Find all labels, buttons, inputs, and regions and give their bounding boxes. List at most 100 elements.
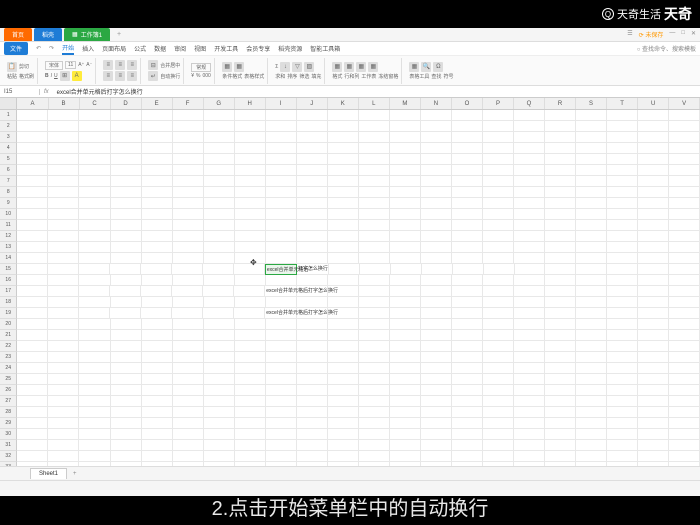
cell[interactable] (669, 121, 700, 132)
cell[interactable] (545, 374, 576, 385)
cell[interactable] (111, 154, 142, 165)
cell[interactable] (328, 143, 359, 154)
cell[interactable] (545, 209, 576, 220)
cell[interactable] (266, 220, 297, 231)
cell[interactable] (390, 110, 421, 121)
cell[interactable] (514, 253, 545, 264)
cell[interactable] (235, 363, 266, 374)
cell[interactable] (48, 275, 79, 286)
cell[interactable] (266, 154, 297, 165)
cell[interactable] (297, 396, 328, 407)
cell[interactable] (297, 121, 328, 132)
cell[interactable] (235, 121, 266, 132)
cell[interactable] (79, 319, 110, 330)
cell[interactable] (421, 352, 452, 363)
cell[interactable] (638, 429, 669, 440)
cell[interactable] (297, 242, 328, 253)
row-header[interactable]: 11 (0, 220, 17, 231)
format-icon[interactable]: ▦ (332, 62, 342, 72)
cell[interactable] (638, 451, 669, 462)
cell[interactable] (48, 297, 79, 308)
cell[interactable] (173, 330, 204, 341)
cell[interactable] (79, 363, 110, 374)
cell[interactable] (110, 308, 141, 319)
cell[interactable] (638, 231, 669, 242)
cell[interactable] (79, 220, 110, 231)
cell[interactable] (483, 385, 514, 396)
cell[interactable] (390, 352, 421, 363)
cell[interactable] (669, 352, 700, 363)
cell[interactable] (638, 341, 669, 352)
cell[interactable] (514, 385, 545, 396)
cell[interactable] (48, 319, 79, 330)
menu-review[interactable]: 审阅 (174, 44, 186, 53)
cell[interactable] (142, 396, 173, 407)
cell[interactable] (235, 143, 266, 154)
cell[interactable] (669, 341, 700, 352)
cell[interactable] (48, 352, 79, 363)
cell[interactable] (390, 209, 421, 220)
cell[interactable] (79, 308, 110, 319)
cell[interactable] (48, 154, 79, 165)
cell[interactable] (173, 385, 204, 396)
cell[interactable] (48, 220, 79, 231)
cell[interactable] (328, 198, 359, 209)
cell[interactable] (48, 121, 79, 132)
cell[interactable] (142, 429, 173, 440)
cell[interactable] (142, 440, 173, 451)
cell[interactable] (638, 165, 669, 176)
cell[interactable] (79, 198, 110, 209)
cell[interactable] (204, 440, 235, 451)
cell[interactable] (669, 264, 700, 275)
cell[interactable] (79, 242, 110, 253)
col-header[interactable]: K (328, 98, 359, 109)
cell[interactable] (514, 352, 545, 363)
paste-icon[interactable]: 📋 (7, 62, 17, 72)
cell[interactable] (545, 253, 576, 264)
cell[interactable] (79, 341, 110, 352)
cell[interactable] (514, 407, 545, 418)
cell[interactable] (638, 319, 669, 330)
cell[interactable]: excel合并单元格后打字怎么换行 (265, 286, 297, 297)
cell[interactable] (359, 363, 390, 374)
cell[interactable] (390, 407, 421, 418)
cell[interactable] (545, 176, 576, 187)
cell[interactable] (235, 352, 266, 363)
cell[interactable] (111, 220, 142, 231)
cell[interactable] (141, 286, 172, 297)
cell[interactable] (607, 308, 638, 319)
cell[interactable] (576, 253, 607, 264)
cell[interactable] (328, 242, 359, 253)
cell[interactable] (266, 363, 297, 374)
cell[interactable] (545, 165, 576, 176)
cell[interactable] (173, 154, 204, 165)
cell[interactable] (48, 253, 79, 264)
cell[interactable] (390, 198, 421, 209)
cell[interactable] (235, 187, 266, 198)
cell[interactable] (173, 121, 204, 132)
cell[interactable] (359, 209, 390, 220)
cell[interactable] (266, 132, 297, 143)
cell[interactable] (204, 374, 235, 385)
cell[interactable]: excel合并单元格后打字怎么换行 (265, 308, 297, 319)
cell[interactable] (514, 143, 545, 154)
cell[interactable] (576, 198, 607, 209)
cell[interactable] (514, 231, 545, 242)
cell[interactable] (390, 275, 421, 286)
cell[interactable] (638, 264, 669, 275)
cell[interactable] (235, 319, 266, 330)
cell[interactable] (111, 407, 142, 418)
cell[interactable] (48, 187, 79, 198)
row-header[interactable]: 23 (0, 352, 17, 363)
cell[interactable] (576, 187, 607, 198)
cell[interactable] (576, 220, 607, 231)
cell[interactable] (607, 385, 638, 396)
cell[interactable] (17, 220, 48, 231)
cell[interactable] (111, 176, 142, 187)
cell[interactable] (483, 242, 514, 253)
cell[interactable] (669, 418, 700, 429)
cell[interactable] (483, 198, 514, 209)
cell[interactable] (576, 352, 607, 363)
cell[interactable] (111, 110, 142, 121)
cell[interactable] (266, 253, 297, 264)
